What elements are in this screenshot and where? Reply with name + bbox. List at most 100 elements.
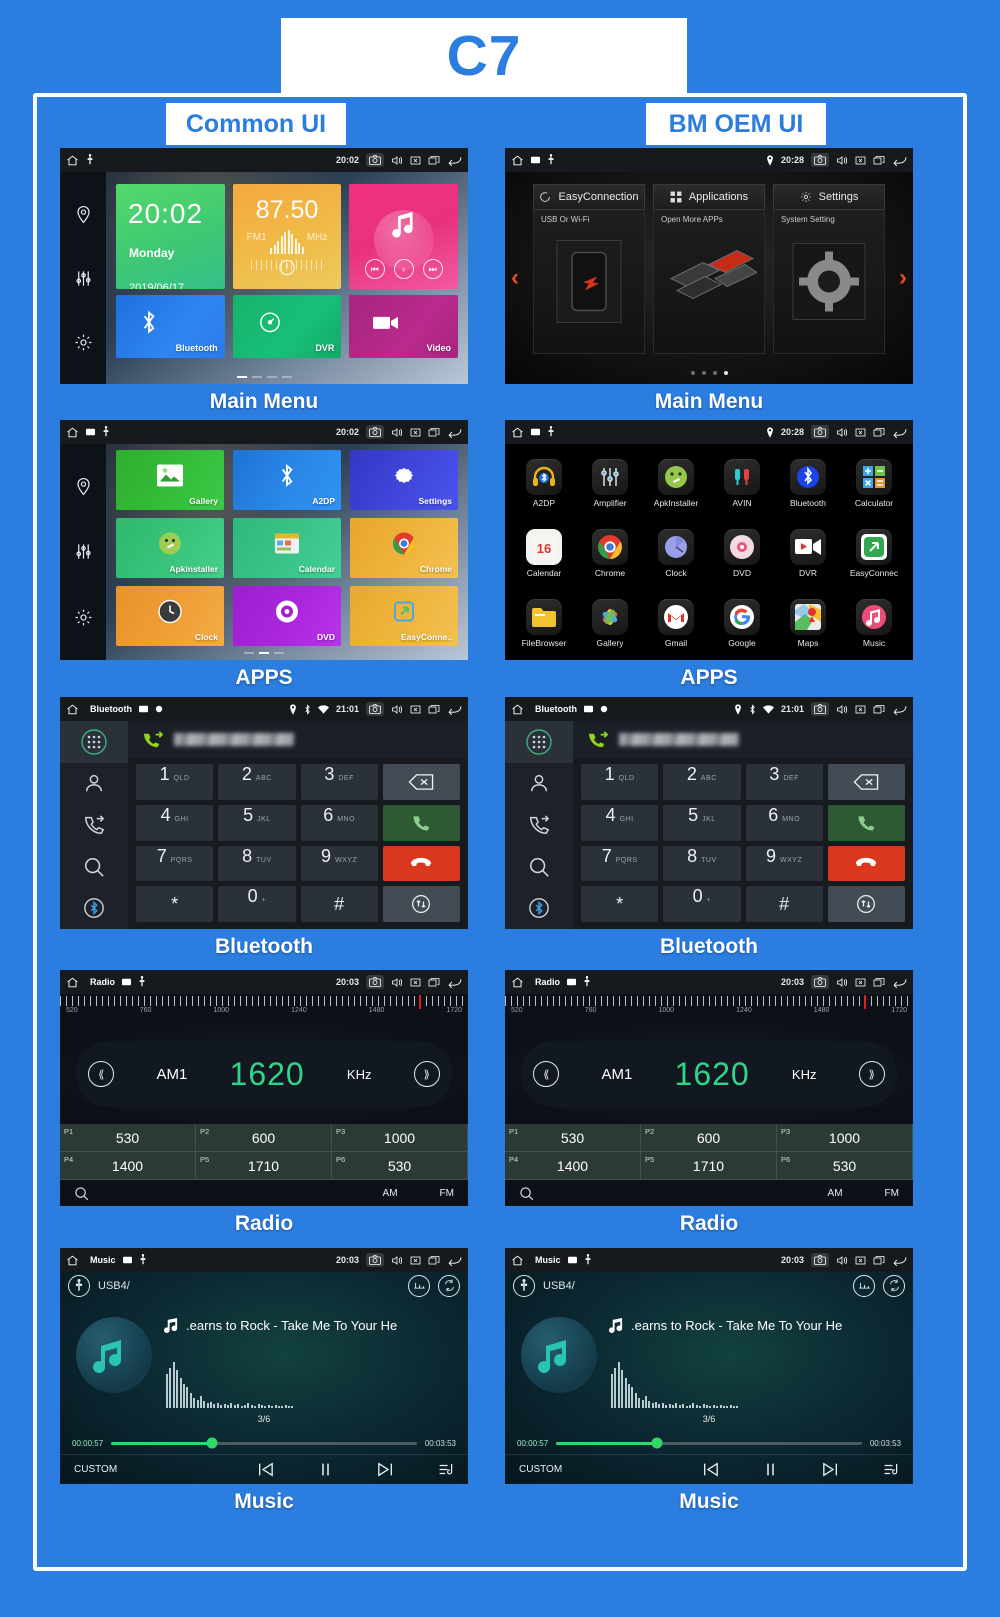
- key-0[interactable]: 0 +: [663, 886, 741, 922]
- progress-bar[interactable]: [556, 1437, 862, 1449]
- band-am-button[interactable]: AM: [383, 1188, 398, 1199]
- camera-icon[interactable]: [366, 425, 384, 439]
- app-filebrowser[interactable]: FileBrowser: [511, 588, 577, 658]
- next-track-icon[interactable]: [822, 1462, 839, 1477]
- prev-icon[interactable]: ⏮: [364, 259, 385, 280]
- recent-apps-icon[interactable]: [873, 155, 885, 166]
- key-9[interactable]: 9 WXYZ: [300, 845, 378, 882]
- equalizer-icon[interactable]: [74, 542, 93, 561]
- band-am-button[interactable]: AM: [828, 1188, 843, 1199]
- tile-video[interactable]: Video: [349, 295, 458, 358]
- mute-icon[interactable]: [855, 427, 866, 438]
- volume-icon[interactable]: [391, 1255, 403, 1266]
- app-gmail[interactable]: Gmail: [643, 588, 709, 658]
- navigation-icon[interactable]: [74, 477, 93, 496]
- app-clock[interactable]: Clock: [643, 518, 709, 588]
- app-tile-dvd[interactable]: DVD: [233, 586, 341, 646]
- key-hash[interactable]: #: [745, 886, 823, 922]
- key-7[interactable]: 7 PQRS: [136, 845, 214, 882]
- volume-icon[interactable]: [836, 977, 848, 988]
- custom-eq-button[interactable]: CUSTOM: [74, 1464, 117, 1475]
- app-tile-gallery[interactable]: Gallery: [116, 450, 224, 510]
- back-icon[interactable]: [892, 155, 907, 166]
- app-tile-a2dp[interactable]: A2DP: [233, 450, 341, 510]
- bm-card-applications[interactable]: Applications Open More APPs: [653, 184, 765, 354]
- repeat-icon[interactable]: [438, 1274, 460, 1297]
- key-6[interactable]: 6 MNO: [300, 804, 378, 841]
- next-page-arrow-icon[interactable]: ›: [899, 264, 907, 292]
- sidebar-item-bluetooth-settings[interactable]: [60, 887, 128, 929]
- key-3[interactable]: 3 DEF: [300, 764, 378, 800]
- key-transfer-audio[interactable]: [827, 886, 905, 922]
- sidebar-item-search[interactable]: [505, 846, 573, 888]
- recent-apps-icon[interactable]: [428, 704, 440, 715]
- progress-knob[interactable]: [206, 1437, 218, 1449]
- preset-p4[interactable]: P4 1400: [505, 1152, 641, 1180]
- app-tile-settings[interactable]: Settings: [350, 450, 458, 510]
- back-icon[interactable]: [892, 427, 907, 438]
- mute-icon[interactable]: [855, 155, 866, 166]
- back-icon[interactable]: [892, 1255, 907, 1266]
- back-icon[interactable]: [447, 704, 462, 715]
- sidebar-item-bluetooth-settings[interactable]: [505, 887, 573, 929]
- app-apkinstaller[interactable]: ApkInstaller: [643, 448, 709, 518]
- recent-apps-icon[interactable]: [873, 977, 885, 988]
- pause-icon[interactable]: [763, 1462, 778, 1477]
- back-icon[interactable]: [447, 155, 462, 166]
- app-tile-clock[interactable]: Clock: [116, 586, 224, 646]
- camera-icon[interactable]: [366, 153, 384, 167]
- play-icon[interactable]: ›: [393, 259, 414, 280]
- volume-icon[interactable]: [836, 1255, 848, 1266]
- camera-icon[interactable]: [811, 1253, 829, 1267]
- tune-up-icon[interactable]: ⟫: [413, 1061, 440, 1087]
- mute-icon[interactable]: [410, 704, 421, 715]
- app-bluetooth[interactable]: Bluetooth: [775, 448, 841, 518]
- tune-down-icon[interactable]: ⟪: [88, 1061, 115, 1087]
- key-star[interactable]: *: [581, 886, 659, 922]
- mute-icon[interactable]: [855, 1255, 866, 1266]
- app-amplifier[interactable]: Amplifier: [577, 448, 643, 518]
- mute-icon[interactable]: [855, 704, 866, 715]
- playlist-icon[interactable]: [883, 1462, 899, 1477]
- preset-p1[interactable]: P1 530: [505, 1124, 641, 1152]
- back-icon[interactable]: [447, 427, 462, 438]
- preset-p2[interactable]: P2 600: [196, 1124, 332, 1152]
- volume-icon[interactable]: [391, 704, 403, 715]
- volume-icon[interactable]: [391, 977, 403, 988]
- tune-up-icon[interactable]: ⟫: [858, 1061, 885, 1087]
- key-2[interactable]: 2 ABC: [218, 764, 296, 800]
- camera-icon[interactable]: [811, 702, 829, 716]
- prev-page-arrow-icon[interactable]: ‹: [511, 264, 519, 292]
- camera-icon[interactable]: [366, 975, 384, 989]
- equalizer-icon[interactable]: [853, 1274, 875, 1297]
- home-icon[interactable]: [511, 703, 524, 716]
- home-icon[interactable]: [66, 703, 79, 716]
- key-4[interactable]: 4 GHI: [581, 804, 659, 841]
- volume-icon[interactable]: [836, 155, 848, 166]
- preset-p1[interactable]: P1 530: [60, 1124, 196, 1152]
- key-hash[interactable]: #: [300, 886, 378, 922]
- sidebar-item-keypad[interactable]: [505, 721, 573, 763]
- app-music[interactable]: Music: [841, 588, 907, 658]
- app-google[interactable]: Google: [709, 588, 775, 658]
- recent-apps-icon[interactable]: [428, 977, 440, 988]
- home-icon[interactable]: [511, 426, 524, 439]
- mute-icon[interactable]: [410, 977, 421, 988]
- preset-p6[interactable]: P6 530: [332, 1152, 468, 1180]
- key-3[interactable]: 3 DEF: [745, 764, 823, 800]
- volume-icon[interactable]: [391, 427, 403, 438]
- preset-p6[interactable]: P6 530: [777, 1152, 913, 1180]
- app-gallery[interactable]: Gallery: [577, 588, 643, 658]
- bm-card-settings[interactable]: Settings System Setting: [773, 184, 885, 354]
- home-icon[interactable]: [511, 154, 524, 167]
- usb-source-icon[interactable]: [513, 1274, 535, 1297]
- power-icon[interactable]: [278, 259, 295, 281]
- tile-music[interactable]: ⏮ › ⏭: [349, 184, 458, 290]
- back-icon[interactable]: [447, 977, 462, 988]
- progress-bar[interactable]: [111, 1437, 417, 1449]
- app-tile-easyconnection[interactable]: EasyConne..: [350, 586, 458, 646]
- recent-apps-icon[interactable]: [428, 155, 440, 166]
- mute-icon[interactable]: [410, 1255, 421, 1266]
- key-5[interactable]: 5 JKL: [663, 804, 741, 841]
- key-star[interactable]: *: [136, 886, 214, 922]
